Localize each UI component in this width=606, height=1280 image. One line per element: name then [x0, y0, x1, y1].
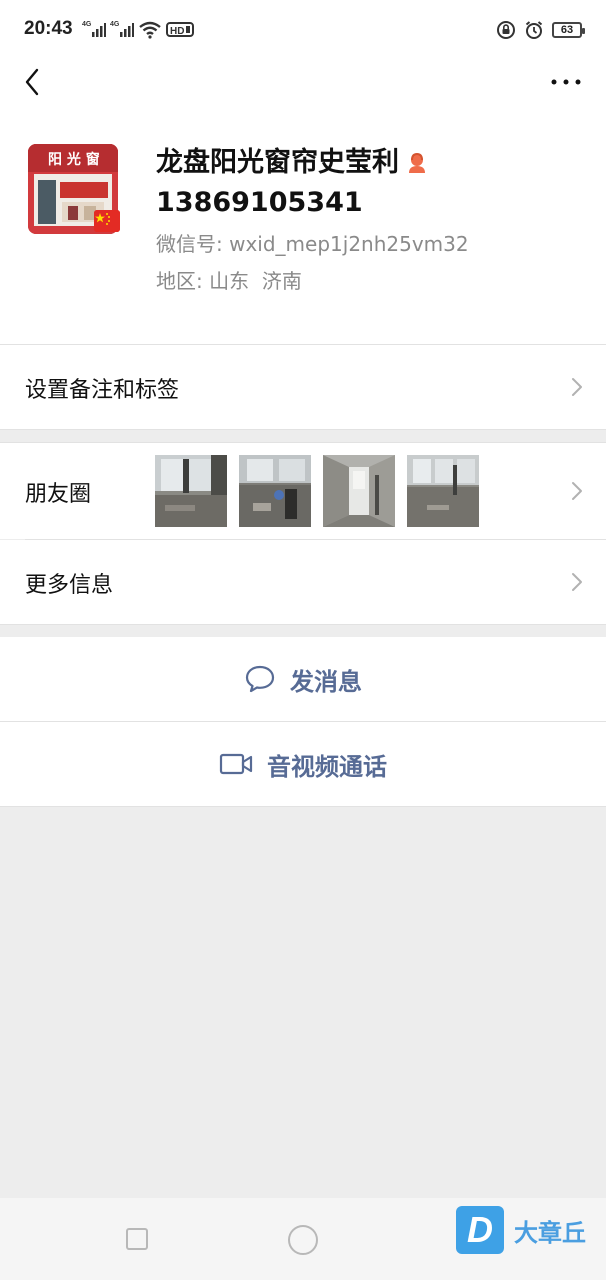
- more-info-label: 更多信息: [25, 573, 114, 598]
- wechat-id-value: wxid_mep1j2nh25vm32: [229, 232, 469, 256]
- system-nav-bar: D 大章丘: [0, 1198, 606, 1280]
- watermark-text: 大章丘: [514, 1218, 586, 1247]
- svg-text:HD: HD: [170, 26, 184, 37]
- divider: [0, 429, 606, 430]
- send-message-label: 发消息: [290, 667, 362, 696]
- video-call-label: 音视频通话: [267, 752, 387, 781]
- more-info-cell[interactable]: 更多信息: [0, 540, 606, 624]
- moments-cell[interactable]: 朋友圈: [0, 443, 606, 539]
- lock-rotation-icon: [497, 21, 515, 39]
- watermark: D 大章丘: [456, 1206, 586, 1254]
- home-button[interactable]: [288, 1225, 318, 1255]
- region: 地区: 山东 济南: [156, 267, 302, 295]
- battery-indicator: 63: [552, 22, 585, 38]
- moments-thumbnails: [155, 455, 479, 527]
- wechat-id[interactable]: 微信号: wxid_mep1j2nh25vm32: [156, 230, 469, 258]
- moments-thumbnail[interactable]: [239, 455, 311, 527]
- chevron-right-icon: [572, 482, 582, 500]
- region-value: 山东 济南: [209, 269, 302, 293]
- signal-icon: 4G: [82, 21, 106, 37]
- svg-text:4G: 4G: [110, 21, 120, 28]
- moments-thumbnail[interactable]: [407, 455, 479, 527]
- signal-icon-2: 4G: [110, 21, 134, 37]
- video-call-button[interactable]: 音视频通话: [0, 722, 606, 806]
- hd-icon: HD: [166, 22, 194, 37]
- more-options-button[interactable]: [546, 64, 586, 100]
- more-dots-icon: [551, 79, 581, 85]
- chat-bubble-icon: [245, 665, 275, 693]
- moments-thumbnail[interactable]: [323, 455, 395, 527]
- svg-text:阳 光 窗: 阳 光 窗: [48, 151, 100, 168]
- wifi-icon: [139, 21, 161, 39]
- status-right-icons: 63: [496, 18, 585, 42]
- female-gender-icon: [409, 152, 425, 173]
- back-button[interactable]: [12, 64, 52, 100]
- status-bar: 20:43 4G 4G HD 63: [0, 0, 606, 64]
- status-time: 20:43: [24, 18, 73, 39]
- alarm-icon: [525, 21, 543, 39]
- divider: [0, 721, 606, 722]
- moments-label: 朋友圈: [25, 482, 92, 507]
- contact-name-text: 龙盘阳光窗帘史莹利: [156, 147, 399, 178]
- contact-name: 龙盘阳光窗帘史莹利: [156, 144, 429, 182]
- profile-card: 阳 光 窗 龙盘阳光窗帘史莹利 13869105341 微信号: wxid_me…: [0, 100, 606, 345]
- send-message-button[interactable]: 发消息: [0, 637, 606, 721]
- set-remark-and-tags-cell[interactable]: 设置备注和标签: [0, 345, 606, 429]
- region-colon: :: [196, 269, 210, 293]
- contact-phone: 13869105341: [156, 187, 363, 218]
- back-arrow-icon: [25, 68, 39, 96]
- chevron-right-icon: [572, 378, 582, 396]
- china-flag-icon: [94, 210, 120, 232]
- svg-text:4G: 4G: [82, 21, 92, 28]
- recent-apps-button[interactable]: [126, 1228, 148, 1250]
- divider: [0, 624, 606, 625]
- set-remark-label: 设置备注和标签: [25, 378, 180, 403]
- divider: [0, 806, 606, 807]
- status-network-icons: 4G 4G HD: [82, 18, 194, 40]
- video-camera-icon: [219, 753, 253, 775]
- region-label: 地区: [156, 269, 196, 293]
- watermark-logo: D: [456, 1206, 504, 1254]
- wechat-id-label: 微信号: [156, 232, 216, 256]
- divider: [25, 539, 606, 540]
- moments-thumbnail[interactable]: [155, 455, 227, 527]
- chevron-right-icon: [572, 573, 582, 591]
- nav-bar: [0, 64, 606, 100]
- wechat-id-colon: :: [216, 232, 230, 256]
